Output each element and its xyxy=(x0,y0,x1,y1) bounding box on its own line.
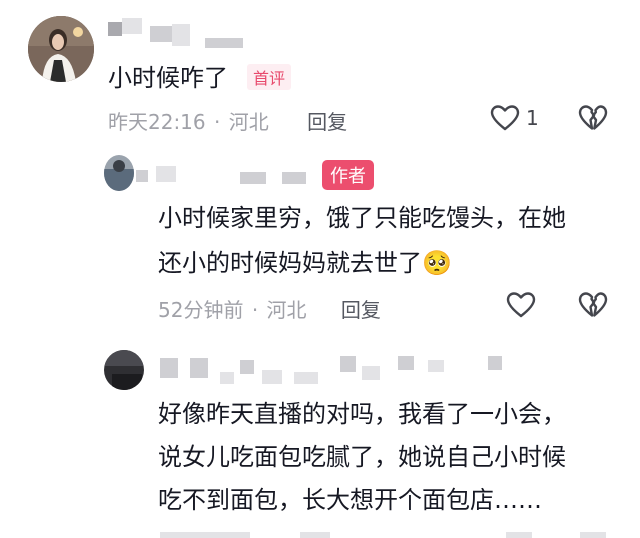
meta-separator: · xyxy=(214,110,221,134)
replier-reply-line-1: 好像昨天直播的对吗，我看了一小会， xyxy=(158,400,566,428)
comment-text: 小时候咋了 xyxy=(108,64,228,92)
replier-reply-line-2: 说女儿吃面包吃腻了，她说自己小时候 xyxy=(158,443,566,471)
author-reply-time: 52分钟前 xyxy=(158,298,244,322)
author-badge: 作者 xyxy=(322,160,374,190)
comment-meta: 昨天22:16 · 河北 回复 xyxy=(108,106,347,135)
broken-heart-icon[interactable] xyxy=(578,291,608,319)
author-avatar[interactable] xyxy=(104,155,134,191)
author-reply-reply-button[interactable]: 回复 xyxy=(341,298,381,322)
comment-like-count: 1 xyxy=(526,106,539,130)
author-reply-line-2: 还小的时候妈妈就去世了🥺 xyxy=(158,245,452,282)
commenter-avatar[interactable] xyxy=(28,16,94,82)
comment-location: 河北 xyxy=(228,110,269,134)
comment-time: 昨天22:16 xyxy=(108,110,206,134)
author-reply-location: 河北 xyxy=(266,298,307,322)
replier-avatar[interactable] xyxy=(104,350,144,390)
comment-reply-button[interactable]: 回复 xyxy=(307,110,347,134)
author-reply-line-1: 小时候家里穷，饿了只能吃馒头，在她 xyxy=(158,204,566,232)
author-reply-meta: 52分钟前 · 河北 回复 xyxy=(158,294,381,323)
first-comment-badge: 首评 xyxy=(247,64,292,90)
meta-separator: · xyxy=(251,298,259,322)
broken-heart-icon[interactable] xyxy=(578,104,608,132)
heart-icon[interactable] xyxy=(506,291,536,319)
replier-reply-line-3: 吃不到面包，长大想开个面包店…… xyxy=(158,486,542,514)
heart-icon[interactable] xyxy=(490,104,520,132)
pleading-face-emoji: 🥺 xyxy=(422,249,452,277)
author-reply-line-2-text: 还小的时候妈妈就去世了 xyxy=(158,249,422,277)
